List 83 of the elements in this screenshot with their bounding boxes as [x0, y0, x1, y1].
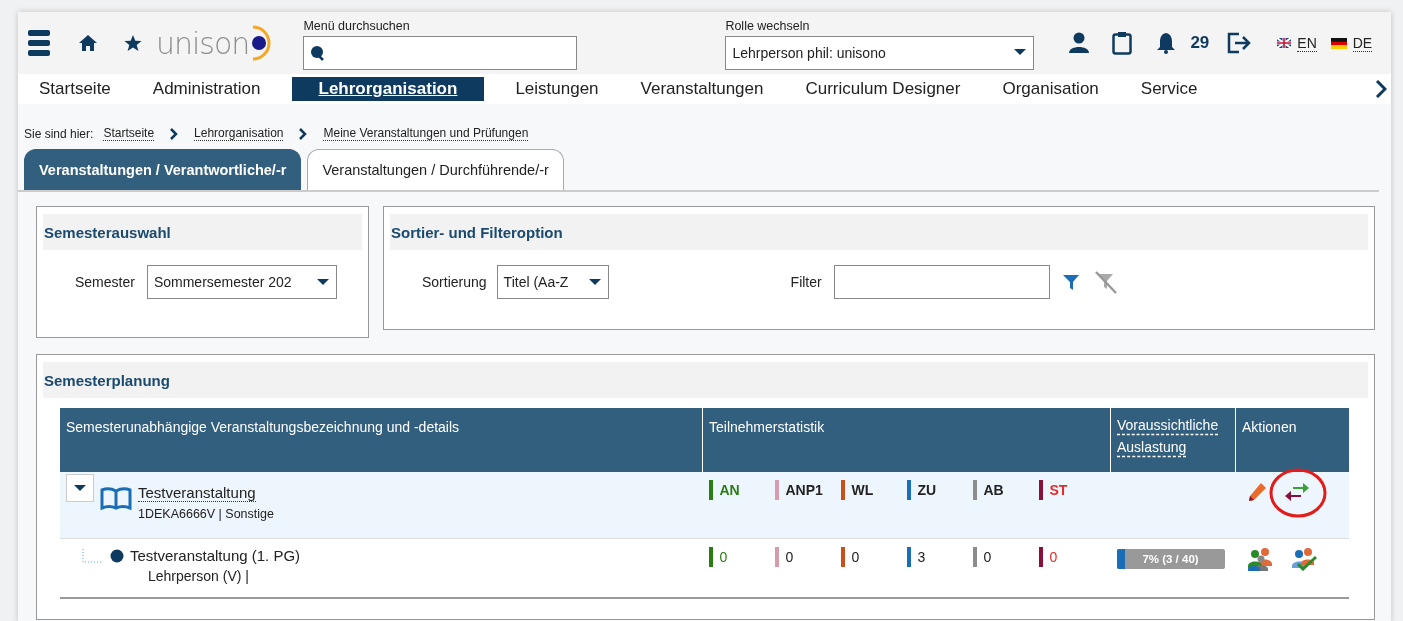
caret-down-icon	[1013, 48, 1028, 57]
status-bar-marker	[840, 547, 845, 567]
stat-value: 0	[983, 549, 992, 565]
search-icon	[310, 44, 326, 61]
status-bar-marker	[906, 547, 911, 567]
breadcrumb-link[interactable]: Meine Veranstaltungen und Prüfungen	[323, 126, 529, 141]
collapse-toggle[interactable]	[66, 474, 94, 502]
panel-title: Sortier- und Filteroption	[390, 214, 1368, 250]
stat-label: ZU	[917, 482, 937, 498]
book-icon	[100, 486, 132, 512]
utilization-bar: 7% (3 / 40)	[1116, 549, 1225, 569]
breadcrumb-link[interactable]: Startseite	[103, 126, 155, 141]
status-bar-marker	[708, 547, 713, 567]
nav-item[interactable]: Organisation	[991, 77, 1110, 101]
menu-search-field[interactable]	[303, 35, 578, 70]
stat-value: 0	[785, 549, 794, 565]
logo-text: unison	[156, 25, 250, 61]
role-label: Rolle wechseln	[725, 18, 811, 33]
status-bar-marker	[774, 547, 779, 567]
highlight-circle	[1267, 467, 1328, 519]
clipboard-icon[interactable]	[1112, 31, 1133, 55]
uk-flag-icon	[1277, 38, 1292, 48]
status-bar-marker	[972, 547, 977, 567]
stat-label: ST	[1049, 482, 1068, 498]
column-header: Teilnehmerstatistik	[702, 408, 1111, 472]
stat-value: 0	[1049, 549, 1058, 565]
logout-icon[interactable]	[1227, 32, 1252, 54]
caret-down-icon	[315, 277, 330, 287]
stat-value: 3	[917, 549, 926, 565]
language-link[interactable]: EN	[1297, 34, 1317, 52]
user-icon[interactable]	[1068, 32, 1091, 54]
stat-label: ANP1	[785, 482, 823, 498]
breadcrumb-link[interactable]: Lehrorganisation	[194, 126, 284, 141]
nav-item[interactable]: Leistungen	[504, 77, 610, 101]
chevron-right-icon	[170, 127, 179, 140]
sort-select[interactable]: Titel (Aa-Z	[496, 265, 609, 299]
status-bar-marker	[1038, 547, 1043, 567]
german-flag-icon	[1330, 37, 1347, 49]
course-details: 1DEKA6666V | Sonstige	[138, 507, 274, 521]
bullet-icon	[110, 549, 124, 563]
role-select[interactable]: Lehrperson phil: unisono	[725, 35, 1035, 70]
nav-item[interactable]: Startseite	[28, 77, 122, 101]
home-icon[interactable]	[78, 34, 98, 52]
tree-connector-line	[82, 549, 104, 563]
stat-label: WL	[851, 482, 874, 498]
filter-icon[interactable]	[1061, 273, 1080, 291]
bell-icon[interactable]	[1156, 32, 1177, 54]
nav-item[interactable]: Service	[1129, 77, 1209, 101]
semester-select[interactable]: Sommersemester 202	[146, 265, 337, 299]
star-icon[interactable]	[124, 34, 142, 52]
search-label: Menü durchsuchen	[303, 18, 411, 33]
tab[interactable]: Veranstaltungen / Verantwortliche/-r	[24, 149, 302, 190]
nav-item[interactable]: Administration	[141, 77, 272, 101]
chevron-right-icon	[299, 127, 308, 140]
panel-title: Semesterplanung	[43, 362, 1368, 398]
notification-count[interactable]: 29	[1190, 33, 1210, 53]
column-header: Semesterunabhängige Veranstaltungsbezeichnung und -details	[60, 408, 703, 472]
nav-item[interactable]: Lehrorganisation	[291, 77, 485, 101]
language-link[interactable]: DE	[1352, 34, 1373, 52]
course-title-link[interactable]: Testveranstaltung	[138, 484, 256, 502]
breadcrumb-label: Sie sind hier:	[24, 126, 94, 141]
filter-field[interactable]	[833, 265, 1050, 299]
field-label: Filter	[790, 274, 822, 290]
people-group-icon[interactable]	[1245, 547, 1274, 571]
menu-icon[interactable]	[28, 29, 50, 57]
people-check-icon[interactable]	[1289, 547, 1318, 571]
stat-value: 0	[851, 549, 860, 565]
column-header: Aktionen	[1235, 408, 1349, 472]
chevron-right-icon[interactable]	[1375, 80, 1387, 98]
caret-icon	[73, 483, 87, 493]
caret-down-icon	[587, 277, 602, 287]
field-label: Sortierung	[422, 274, 487, 290]
group-title: Testveranstaltung (1. PG)	[130, 547, 301, 564]
swap-arrows-icon[interactable]	[1283, 480, 1310, 504]
nav-item[interactable]: Curriculum Designer	[794, 77, 972, 101]
stat-label: AN	[719, 482, 740, 498]
stat-label: AB	[983, 482, 1004, 498]
stat-value: 0	[719, 549, 728, 565]
nav-item[interactable]: Veranstaltungen	[629, 77, 775, 101]
group-details: Lehrperson (V) |	[148, 568, 250, 584]
field-label: Semester	[75, 274, 135, 290]
panel-title: Semesterauswahl	[43, 214, 362, 250]
tab[interactable]: Veranstaltungen / Durchführende/-r	[307, 149, 564, 190]
